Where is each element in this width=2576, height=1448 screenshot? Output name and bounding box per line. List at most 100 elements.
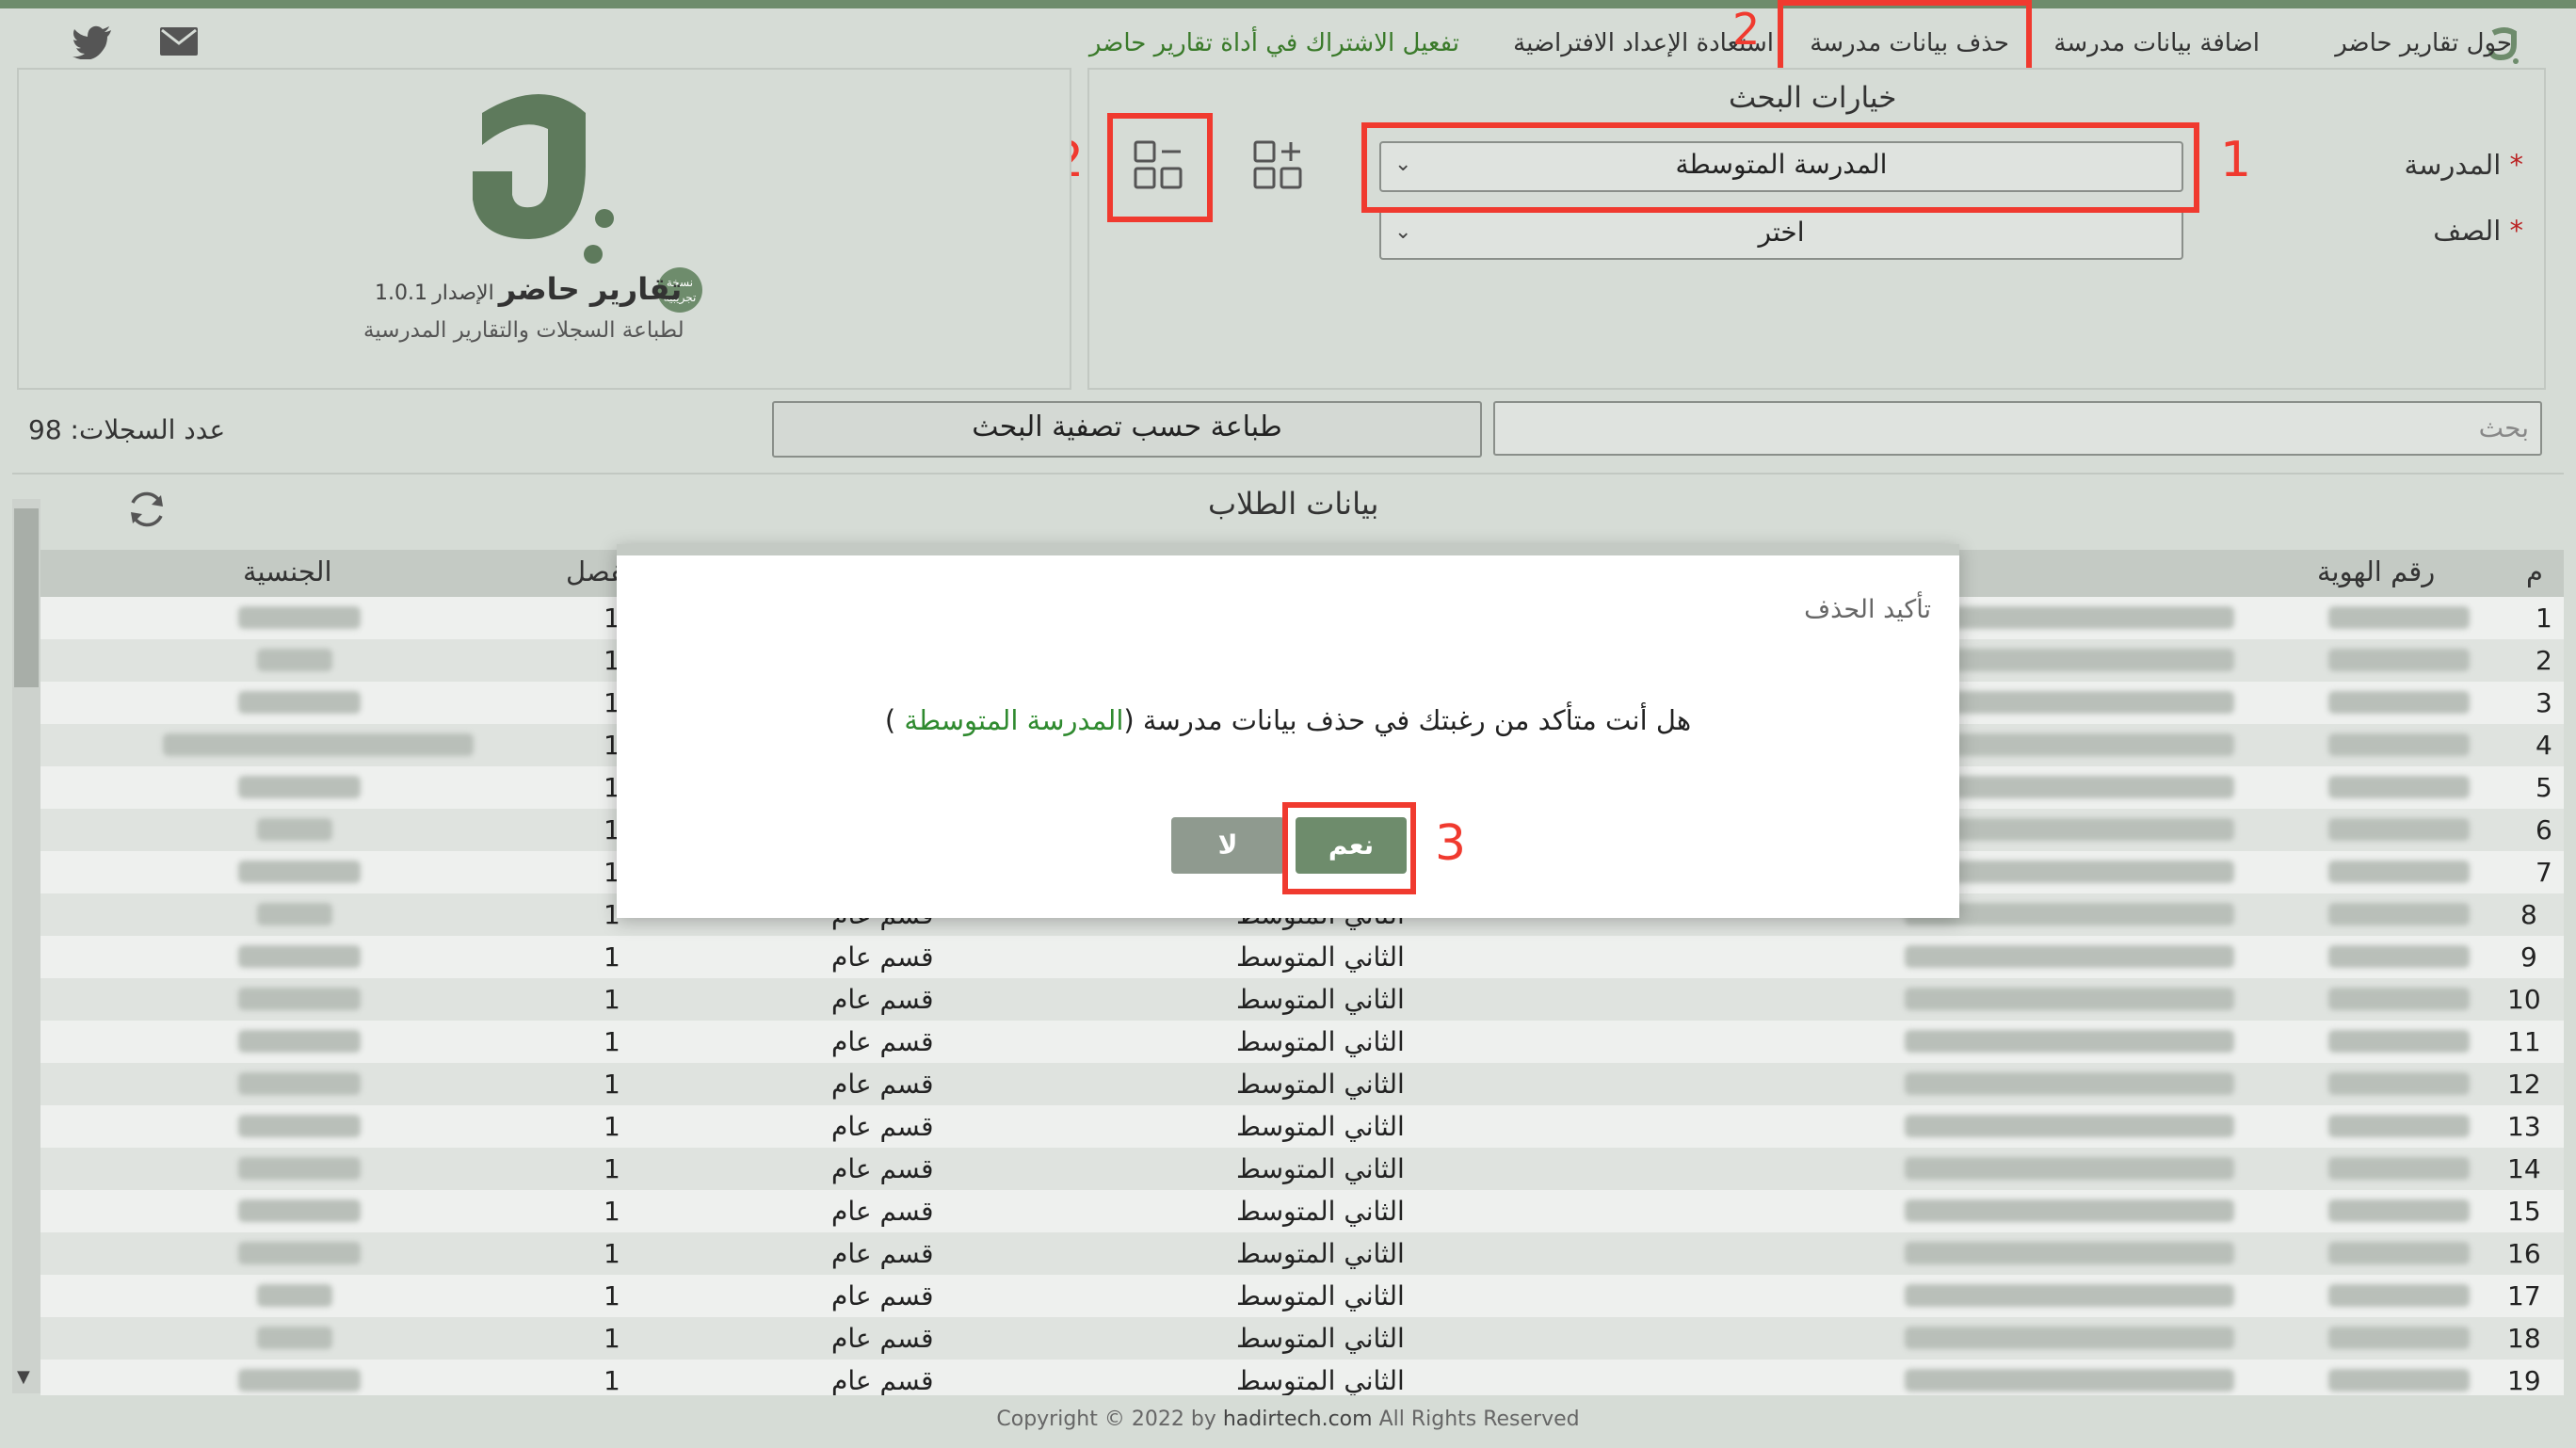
add-school-icon[interactable] (1252, 139, 1305, 192)
table-row[interactable]: 16 الثاني المتوسط قسم عام 1 (40, 1232, 2564, 1275)
row-class: 1 (604, 1026, 620, 1057)
blurred-id (2328, 649, 2470, 671)
top-accent-strip (0, 0, 2576, 8)
row-number: 15 (2507, 1196, 2541, 1227)
blurred-id (2328, 1242, 2470, 1264)
blurred-nationality (238, 1072, 361, 1095)
blurred-nationality (257, 818, 332, 841)
annotation-number-2-top: 2 (1732, 4, 1761, 55)
app-tagline: لطباعة السجلات والتقارير المدرسية (363, 318, 684, 343)
blurred-name (1905, 1030, 2234, 1053)
search-input[interactable]: بحث (1493, 401, 2542, 456)
scrollbar-thumb[interactable] (14, 508, 39, 687)
table-row[interactable]: 17 الثاني المتوسط قسم عام 1 (40, 1275, 2564, 1317)
table-row[interactable]: 14 الثاني المتوسط قسم عام 1 (40, 1148, 2564, 1190)
blurred-id (2328, 1115, 2470, 1137)
blurred-id (2328, 818, 2470, 841)
row-class: 1 (604, 1238, 620, 1269)
dialog-school-name: المدرسة المتوسطة (904, 704, 1124, 736)
row-grade: الثاني المتوسط (1236, 1153, 1405, 1184)
row-class: 1 (604, 1069, 620, 1100)
grade-select[interactable]: ⌄ اختر (1379, 209, 2183, 260)
blurred-nationality (238, 1030, 361, 1053)
row-grade: الثاني المتوسط (1236, 1365, 1405, 1395)
nav-activate-subscription[interactable]: تفعيل الاشتراك في أداة تقارير حاضر (1089, 29, 1459, 57)
records-value: 98 (28, 414, 62, 445)
footer-prefix: Copyright © 2022 by (996, 1408, 1216, 1431)
footer-suffix: All Rights Reserved (1378, 1408, 1580, 1431)
blurred-nationality (238, 776, 361, 798)
row-section: قسم عام (831, 984, 934, 1015)
footer-site-link[interactable]: hadirtech.com (1223, 1408, 1373, 1431)
table-row[interactable]: 10 الثاني المتوسط قسم عام 1 (40, 978, 2564, 1021)
blurred-name (1924, 691, 2234, 714)
blurred-id (2328, 945, 2470, 968)
blurred-name (1905, 1157, 2234, 1180)
blurred-nationality (257, 649, 332, 671)
blurred-id (2328, 861, 2470, 883)
row-section: قسم عام (831, 1153, 934, 1184)
blurred-nationality (238, 1157, 361, 1180)
blurred-nationality (238, 691, 361, 714)
row-class: 1 (604, 941, 620, 973)
row-class: 1 (604, 984, 620, 1015)
row-grade: الثاني المتوسط (1236, 1323, 1405, 1354)
blurred-name (1905, 1072, 2234, 1095)
table-row[interactable]: 15 الثاني المتوسط قسم عام 1 (40, 1190, 2564, 1232)
print-filtered-button[interactable]: طباعة حسب تصفية البحث (772, 401, 1482, 458)
hadir-logo-icon (473, 94, 614, 264)
twitter-icon[interactable] (72, 25, 113, 59)
nav-add-school[interactable]: اضافة بيانات مدرسة (2053, 29, 2260, 57)
records-count: عدد السجلات: 98 (28, 414, 225, 445)
blurred-id (2328, 691, 2470, 714)
nav-about[interactable]: حول تقارير حاضر (2335, 29, 2512, 57)
mail-icon[interactable] (158, 25, 200, 57)
blurred-nationality (163, 733, 474, 756)
school-label: * المدرسة (2405, 149, 2523, 181)
row-number: 3 (2536, 687, 2552, 718)
blurred-name (1905, 1242, 2234, 1264)
blurred-nationality (257, 1284, 332, 1307)
row-grade: الثاني المتوسط (1236, 1069, 1405, 1100)
records-label: عدد السجلات: (70, 414, 226, 445)
row-number: 8 (2520, 899, 2537, 930)
row-class: 1 (604, 1365, 620, 1395)
no-button[interactable]: لا (1171, 817, 1284, 874)
row-number: 17 (2507, 1280, 2541, 1311)
blurred-id (2328, 1157, 2470, 1180)
row-number: 6 (2536, 814, 2552, 845)
blurred-name (1924, 818, 2234, 841)
row-number: 2 (2536, 645, 2552, 676)
table-row[interactable]: 11 الثاني المتوسط قسم عام 1 (40, 1021, 2564, 1063)
row-number: 14 (2507, 1153, 2541, 1184)
school-label-text: المدرسة (2404, 149, 2502, 181)
header-nationality: الجنسية (243, 555, 332, 587)
table-row[interactable]: 18 الثاني المتوسط قسم عام 1 (40, 1317, 2564, 1360)
blurred-id (2328, 1072, 2470, 1095)
row-number: 1 (2536, 603, 2552, 634)
table-row[interactable]: 13 الثاني المتوسط قسم عام 1 (40, 1105, 2564, 1148)
scroll-down-icon[interactable]: ▼ (17, 1367, 30, 1387)
blurred-nationality (238, 1115, 361, 1137)
row-grade: الثاني المتوسط (1236, 1238, 1405, 1269)
table-row[interactable]: 19 الثاني المتوسط قسم عام 1 (40, 1360, 2564, 1395)
header-id: رقم الهوية (2317, 555, 2436, 587)
row-number: 18 (2507, 1323, 2541, 1354)
dialog-message: هل أنت متأكد من رغبتك في حذف بيانات مدرس… (617, 704, 1959, 736)
search-options-title: خيارات البحث (1729, 81, 1897, 115)
dialog-title: تأكيد الحذف (1804, 595, 1931, 624)
blurred-nationality (238, 988, 361, 1010)
blurred-nationality (238, 1199, 361, 1222)
row-number: 19 (2507, 1365, 2541, 1395)
table-row[interactable]: 12 الثاني المتوسط قسم عام 1 (40, 1063, 2564, 1105)
blurred-name (1905, 1115, 2234, 1137)
blurred-nationality (238, 945, 361, 968)
blurred-id (2328, 776, 2470, 798)
refresh-icon[interactable] (125, 488, 169, 531)
top-nav: حول تقارير حاضر اضافة بيانات مدرسة حذف ب… (0, 8, 2576, 67)
blurred-name (1905, 945, 2234, 968)
row-grade: الثاني المتوسط (1236, 1111, 1405, 1142)
blurred-id (2328, 1284, 2470, 1307)
annotation-number-1: 1 (2220, 132, 2252, 188)
table-row[interactable]: 9 الثاني المتوسط قسم عام 1 (40, 936, 2564, 978)
